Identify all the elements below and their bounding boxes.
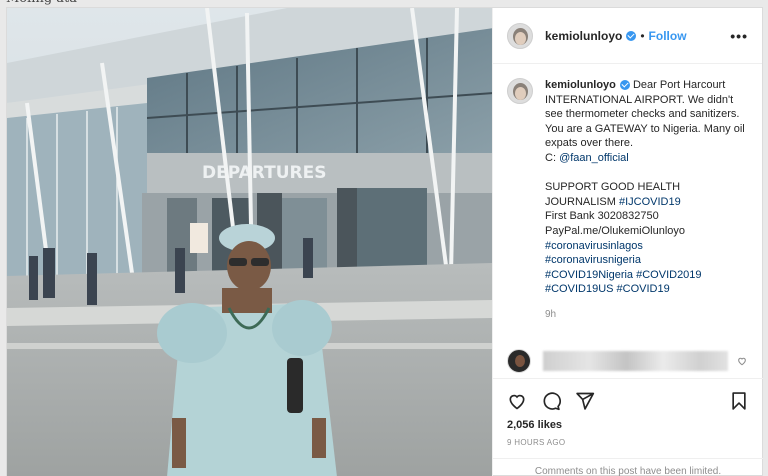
cropped-heading: Moling ata — [6, 0, 77, 6]
caption-avatar[interactable] — [507, 78, 533, 104]
header-username[interactable]: kemiolunloyo — [545, 29, 622, 43]
comment-icon[interactable] — [541, 391, 561, 411]
blurred-comment — [543, 351, 728, 371]
comment-like-icon[interactable] — [737, 356, 747, 366]
post-photo: DEPARTURES — [7, 8, 492, 476]
action-bar: 2,056 likes 9 HOURS AGO — [493, 378, 763, 447]
hashtag-link[interactable]: #COVID2019 — [636, 269, 701, 281]
avatar[interactable] — [507, 22, 533, 49]
departures-sign: DEPARTURES — [202, 163, 326, 183]
post-sidebar: kemiolunloyo • Follow ••• kemiolunloyo D… — [492, 8, 763, 476]
bookmark-icon[interactable] — [729, 391, 749, 411]
bank-line: First Bank 3020832750 — [545, 210, 659, 223]
caption-username[interactable]: kemiolunloyo — [545, 79, 616, 91]
credit-prefix: C: — [545, 151, 560, 164]
share-icon[interactable] — [575, 391, 595, 411]
like-heart-icon[interactable] — [507, 391, 527, 411]
comment-row — [507, 347, 747, 375]
hashtag-link[interactable]: #coronavirusnigeria — [545, 254, 641, 266]
caption-text: kemiolunloyo Dear Port Harcourt INTERNAT… — [545, 78, 748, 350]
likes-count[interactable]: 2,056 likes — [507, 419, 749, 431]
caption-timestamp: 9h — [545, 308, 557, 320]
instagram-post: DEPARTURES kemiolunloyo • Follow ••• kem… — [6, 7, 763, 476]
post-header: kemiolunloyo • Follow ••• — [493, 8, 762, 64]
post-time-ago: 9 HOURS AGO — [507, 438, 566, 447]
hashtag-link[interactable]: #IJCOVID19 — [619, 196, 681, 208]
verified-badge-icon — [619, 80, 630, 91]
hashtag-link[interactable]: #COVID19 — [617, 283, 670, 295]
comments-limited-notice: Comments on this post have been limited. — [493, 458, 763, 476]
hashtag-link[interactable]: #COVID19Nigeria — [545, 269, 633, 281]
separator-dot: • — [640, 28, 645, 43]
paypal-line: PayPal.me/OlukemiOlunloyo — [545, 224, 686, 237]
verified-badge-icon — [626, 30, 637, 41]
commenter-avatar[interactable] — [507, 349, 531, 373]
more-options-icon[interactable]: ••• — [730, 28, 748, 44]
hashtag-link[interactable]: #COVID19US — [545, 283, 613, 295]
hashtag-link[interactable]: #coronavirusinlagos — [545, 240, 643, 252]
credit-handle-link[interactable]: @faan_official — [559, 152, 629, 164]
caption-block: kemiolunloyo Dear Port Harcourt INTERNAT… — [493, 64, 762, 350]
follow-button[interactable]: Follow — [649, 29, 687, 43]
